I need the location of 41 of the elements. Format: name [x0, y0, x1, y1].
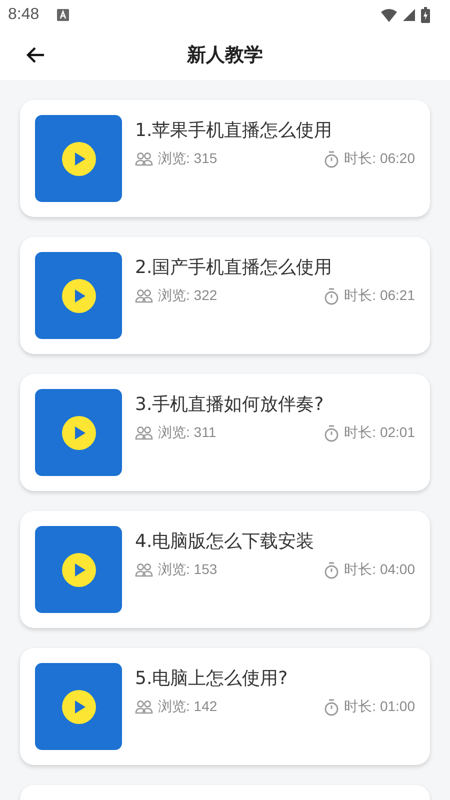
wifi-icon [381, 8, 397, 22]
lesson-title: 4.电脑版怎么下载安装 [135, 530, 316, 554]
lesson-card[interactable]: 1.苹果手机直播怎么使用 浏览: 315 时长: 06:20 [20, 100, 430, 217]
duration: 时长: 06:21 [344, 287, 415, 305]
view-count: 浏览: 153 [158, 561, 218, 579]
lesson-card[interactable]: 2.国产手机直播怎么使用 浏览: 322 时长: 06:21 [20, 237, 430, 354]
lesson-card[interactable]: 3.手机直播如何放伴奏? 浏览: 311 时长: 02:01 [20, 374, 430, 491]
signal-icon [403, 9, 415, 21]
notification-icon [57, 9, 70, 21]
play-icon[interactable] [62, 416, 96, 450]
view-count: 浏览: 315 [158, 150, 218, 168]
lesson-title: 3.手机直播如何放伴奏? [135, 393, 325, 417]
stopwatch-icon [324, 150, 340, 168]
view-count: 浏览: 311 [158, 424, 216, 442]
play-icon[interactable] [62, 690, 96, 724]
people-icon [135, 289, 153, 303]
play-icon[interactable] [62, 142, 96, 176]
people-icon [135, 426, 153, 440]
page-title: 新人教学 [187, 43, 263, 68]
people-icon [135, 152, 153, 166]
lesson-title: 2.国产手机直播怎么使用 [135, 256, 334, 280]
status-time: 8:48 [8, 6, 40, 24]
battery-icon [421, 7, 430, 23]
lesson-title: 1.苹果手机直播怎么使用 [135, 119, 334, 143]
view-count: 浏览: 322 [158, 287, 218, 305]
duration: 时长: 06:20 [344, 150, 415, 168]
view-count: 浏览: 142 [158, 698, 218, 716]
play-icon[interactable] [62, 552, 96, 586]
lesson-card[interactable]: 4.电脑版怎么下载安装 浏览: 153 时长: 04:00 [20, 511, 430, 628]
stopwatch-icon [324, 424, 340, 442]
lesson-card[interactable]: 5.电脑上怎么使用? 浏览: 142 时长: 01:00 [20, 648, 430, 765]
people-icon [135, 700, 153, 714]
stopwatch-icon [324, 698, 340, 716]
duration: 时长: 01:00 [344, 698, 415, 716]
duration: 时长: 02:01 [344, 424, 415, 442]
stopwatch-icon [324, 288, 340, 304]
people-icon [135, 563, 153, 577]
lesson-title: 5.电脑上怎么使用? [135, 667, 289, 691]
stopwatch-icon [324, 562, 340, 578]
play-icon[interactable] [62, 278, 96, 312]
duration: 时长: 04:00 [344, 561, 415, 579]
